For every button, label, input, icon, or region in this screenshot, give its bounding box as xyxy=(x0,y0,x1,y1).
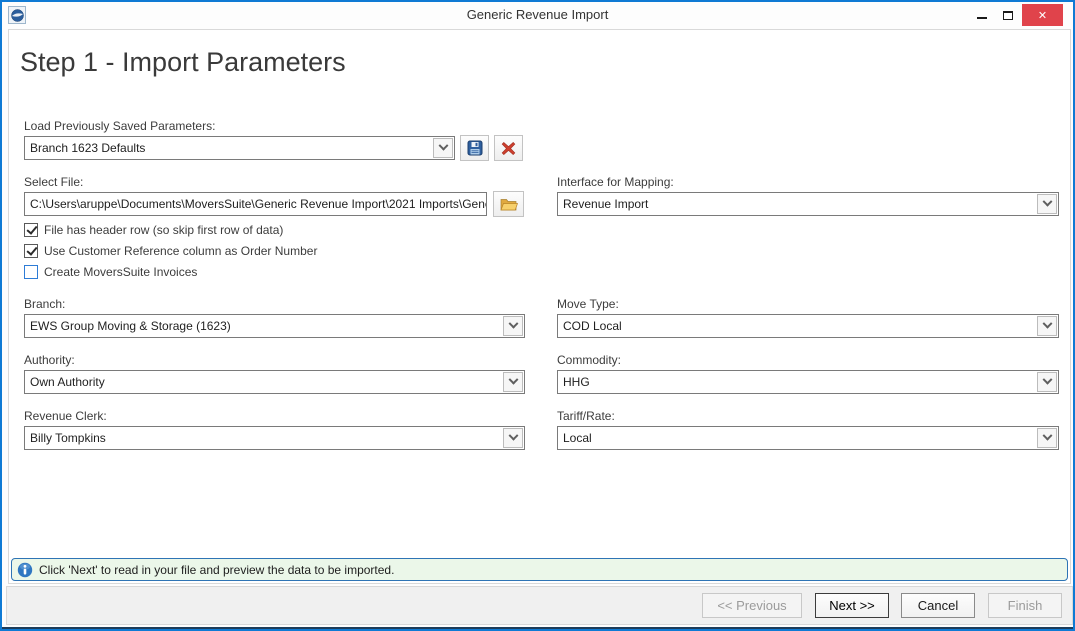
chevron-down-icon[interactable] xyxy=(503,316,523,336)
status-message: Click 'Next' to read in your file and pr… xyxy=(39,563,394,577)
page-title: Step 1 - Import Parameters xyxy=(20,47,346,78)
generic-revenue-import-window: Generic Revenue Import ✕ Step 1 - Import… xyxy=(0,0,1075,631)
browse-file-button[interactable] xyxy=(493,191,524,217)
chevron-down-icon[interactable] xyxy=(1037,428,1057,448)
create-invoices-checkbox-row: Create MoversSuite Invoices xyxy=(24,264,197,280)
save-icon xyxy=(467,140,483,156)
authority-value: Own Authority xyxy=(30,375,105,389)
move-type-combobox[interactable]: COD Local xyxy=(557,314,1059,338)
revenue-clerk-label: Revenue Clerk: xyxy=(24,409,107,423)
header-row-checkbox-row: File has header row (so skip first row o… xyxy=(24,222,283,238)
saved-parameters-value: Branch 1623 Defaults xyxy=(30,141,145,155)
wizard-page-panel xyxy=(8,29,1071,584)
info-icon xyxy=(17,562,33,578)
move-type-value: COD Local xyxy=(563,319,622,333)
minimize-button[interactable] xyxy=(970,4,994,26)
saved-parameters-label: Load Previously Saved Parameters: xyxy=(24,119,215,133)
authority-label: Authority: xyxy=(24,353,75,367)
save-parameters-button[interactable] xyxy=(460,135,489,161)
chevron-down-icon[interactable] xyxy=(503,372,523,392)
close-icon: ✕ xyxy=(1038,9,1047,22)
revenue-clerk-combobox[interactable]: Billy Tompkins xyxy=(24,426,525,450)
tariff-rate-label: Tariff/Rate: xyxy=(557,409,615,423)
maximize-icon xyxy=(1003,11,1013,20)
chevron-down-icon[interactable] xyxy=(1037,194,1057,214)
interface-mapping-combobox[interactable]: Revenue Import xyxy=(557,192,1059,216)
tariff-rate-combobox[interactable]: Local xyxy=(557,426,1059,450)
next-button[interactable]: Next >> xyxy=(815,593,889,618)
chevron-down-icon[interactable] xyxy=(1037,316,1057,336)
create-invoices-checkbox-label: Create MoversSuite Invoices xyxy=(44,265,197,279)
finish-button[interactable]: Finish xyxy=(988,593,1062,618)
customer-reference-checkbox-label: Use Customer Reference column as Order N… xyxy=(44,244,317,258)
previous-button[interactable]: << Previous xyxy=(702,593,802,618)
chevron-down-icon[interactable] xyxy=(503,428,523,448)
chevron-down-icon[interactable] xyxy=(433,138,453,158)
commodity-value: HHG xyxy=(563,375,590,389)
maximize-button[interactable] xyxy=(996,4,1020,26)
open-folder-icon xyxy=(500,197,518,211)
header-row-checkbox-label: File has header row (so skip first row o… xyxy=(44,223,283,237)
branch-combobox[interactable]: EWS Group Moving & Storage (1623) xyxy=(24,314,525,338)
commodity-label: Commodity: xyxy=(557,353,621,367)
create-invoices-checkbox[interactable] xyxy=(24,265,38,279)
move-type-label: Move Type: xyxy=(557,297,619,311)
branch-value: EWS Group Moving & Storage (1623) xyxy=(30,319,231,333)
revenue-clerk-value: Billy Tompkins xyxy=(30,431,106,445)
window-bottom-edge xyxy=(2,627,1073,629)
header-row-checkbox[interactable] xyxy=(24,223,38,237)
delete-x-icon xyxy=(501,141,516,156)
interface-mapping-label: Interface for Mapping: xyxy=(557,175,674,189)
minimize-icon xyxy=(977,17,987,19)
commodity-combobox[interactable]: HHG xyxy=(557,370,1059,394)
branch-label: Branch: xyxy=(24,297,65,311)
cancel-button[interactable]: Cancel xyxy=(901,593,975,618)
close-button[interactable]: ✕ xyxy=(1022,4,1063,26)
interface-mapping-value: Revenue Import xyxy=(563,197,648,211)
status-message-bar: Click 'Next' to read in your file and pr… xyxy=(11,558,1068,581)
customer-reference-checkbox[interactable] xyxy=(24,244,38,258)
file-path-input[interactable]: C:\Users\aruppe\Documents\MoversSuite\Ge… xyxy=(24,192,487,216)
authority-combobox[interactable]: Own Authority xyxy=(24,370,525,394)
title-bar: Generic Revenue Import ✕ xyxy=(4,4,1071,27)
chevron-down-icon[interactable] xyxy=(1037,372,1057,392)
window-title: Generic Revenue Import xyxy=(4,7,1071,22)
delete-parameters-button[interactable] xyxy=(494,135,523,161)
saved-parameters-combobox[interactable]: Branch 1623 Defaults xyxy=(24,136,455,160)
select-file-label: Select File: xyxy=(24,175,83,189)
tariff-rate-value: Local xyxy=(563,431,592,445)
customer-reference-checkbox-row: Use Customer Reference column as Order N… xyxy=(24,243,317,259)
